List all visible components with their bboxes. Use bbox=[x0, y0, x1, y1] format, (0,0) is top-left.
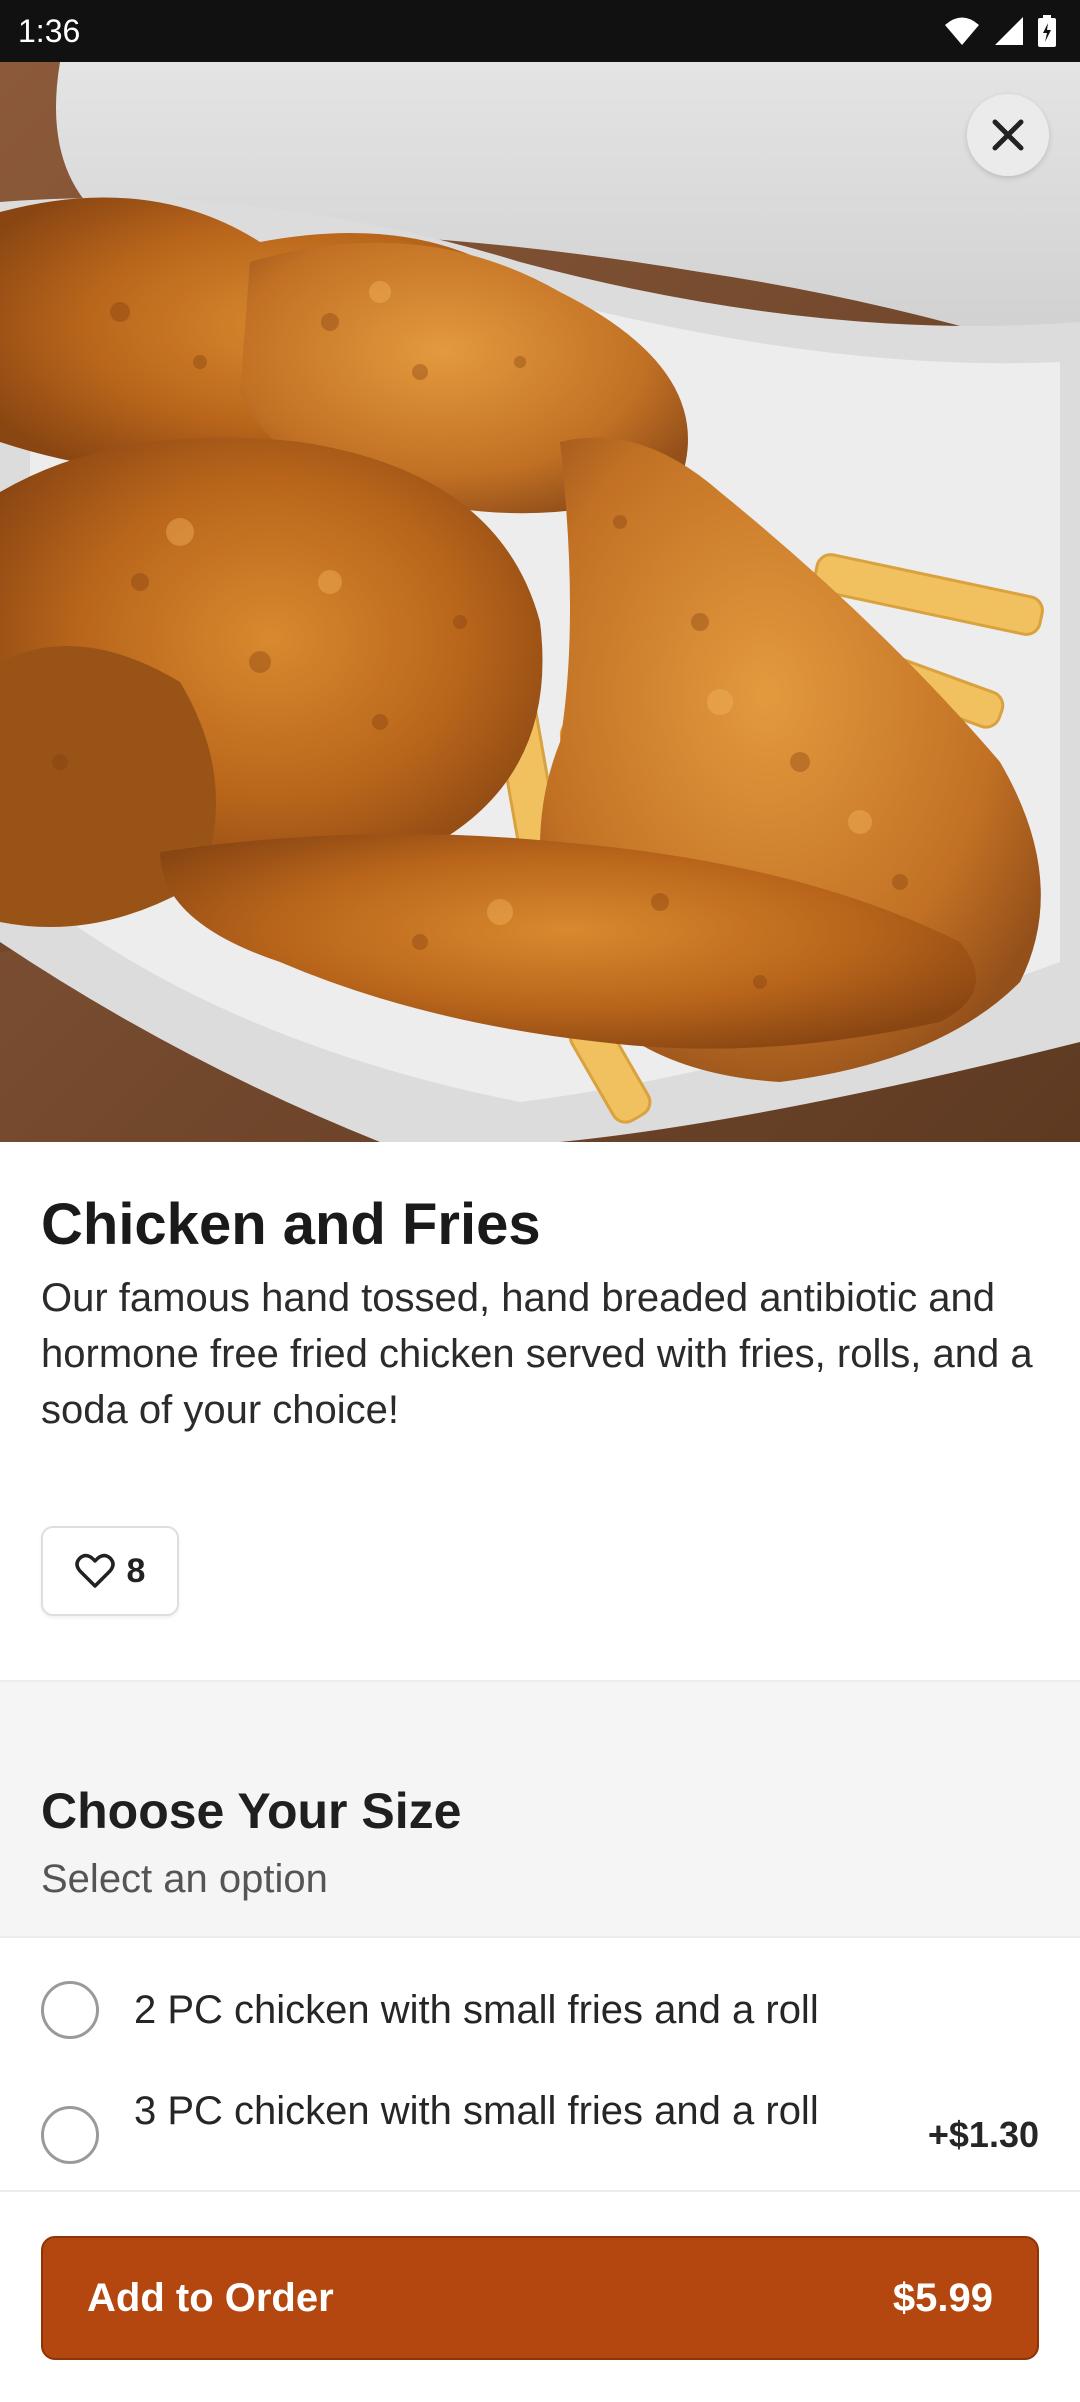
like-button[interactable]: 8 bbox=[41, 1526, 179, 1616]
option-price: +$1.30 bbox=[927, 2114, 1039, 2155]
status-icons bbox=[944, 15, 1056, 47]
close-button[interactable] bbox=[967, 94, 1049, 176]
like-count: 8 bbox=[126, 1551, 146, 1590]
order-price: $5.99 bbox=[892, 2275, 993, 2320]
battery-icon bbox=[1038, 15, 1056, 47]
option-row[interactable]: 3 PC chicken with small fries and a roll… bbox=[0, 2080, 1080, 2190]
option-radio[interactable] bbox=[41, 2106, 99, 2164]
item-title: Chicken and Fries bbox=[41, 1192, 541, 1257]
option-label: 3 PC chicken with small fries and a roll bbox=[134, 2089, 819, 2133]
options-section-header: Choose Your Size Select an option bbox=[0, 1682, 1080, 1936]
option-row[interactable]: 2 PC chicken with small fries and a roll bbox=[0, 1950, 1080, 2070]
add-to-order-button[interactable]: Add to Order $5.99 bbox=[41, 2236, 1039, 2360]
bottom-bar: Add to Order $5.99 bbox=[0, 2190, 1080, 2402]
wifi-icon bbox=[945, 17, 979, 45]
item-description: Our famous hand tossed, hand breaded ant… bbox=[41, 1275, 1033, 1432]
item-details: Chicken and Fries Our famous hand tossed… bbox=[41, 1190, 1041, 1438]
status-time: 1:36 bbox=[18, 12, 81, 49]
signal-icon bbox=[995, 17, 1023, 45]
option-label: 2 PC chicken with small fries and a roll bbox=[134, 1988, 819, 2032]
divider bbox=[0, 1936, 1080, 1938]
option-radio[interactable] bbox=[41, 1981, 99, 2039]
status-bar: 1:36 bbox=[0, 0, 1080, 62]
section-title: Choose Your Size bbox=[41, 1783, 462, 1839]
heart-icon bbox=[74, 1553, 115, 1588]
item-photo bbox=[0, 62, 1080, 1142]
section-subtitle: Select an option bbox=[41, 1857, 328, 1901]
add-to-order-label: Add to Order bbox=[87, 2275, 334, 2320]
close-icon bbox=[992, 119, 1024, 151]
